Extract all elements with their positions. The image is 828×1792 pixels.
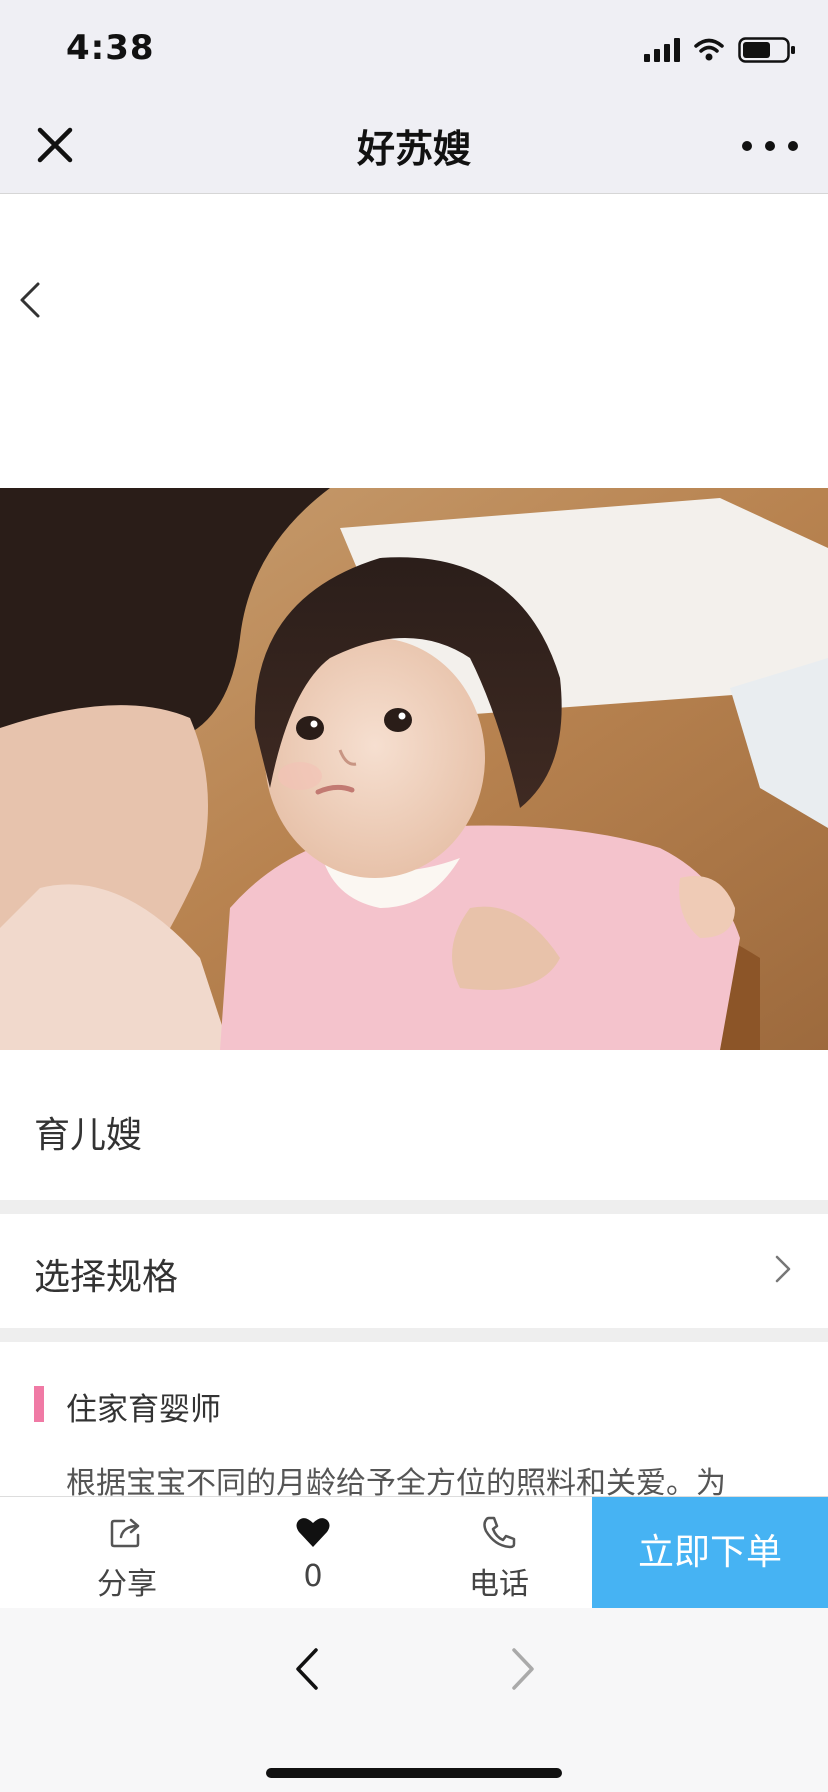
home-indicator <box>266 1768 562 1778</box>
phone-icon <box>483 1516 516 1549</box>
share-icon <box>110 1518 140 1548</box>
description-block: 住家育婴师 根据宝宝不同的月龄给予全方位的照料和关爱。为 <box>0 1342 828 1496</box>
section-title: 住家育婴师 <box>66 1392 221 1428</box>
more-icon[interactable] <box>742 126 798 166</box>
share-label: 分享 <box>97 1567 157 1602</box>
back-chevron-icon[interactable] <box>14 278 44 322</box>
nav-bar: 好苏嫂 <box>0 96 828 194</box>
product-title-block: 育儿嫂 <box>0 1050 828 1200</box>
spec-label: 选择规格 <box>34 1257 179 1298</box>
section-marker <box>34 1386 44 1422</box>
browser-back-icon[interactable] <box>290 1644 324 1694</box>
divider <box>0 1328 828 1342</box>
phone-label: 电话 <box>469 1567 529 1602</box>
signal-icon <box>644 38 680 62</box>
bottom-action-bar: 分享 0 电话 立即下单 <box>0 1496 828 1609</box>
description-text: 根据宝宝不同的月龄给予全方位的照料和关爱。为 <box>66 1466 726 1496</box>
battery-icon <box>738 37 795 63</box>
page-title: 好苏嫂 <box>356 127 471 171</box>
status-bar: 4:38 <box>0 0 828 96</box>
wifi-icon <box>694 38 724 61</box>
divider <box>0 1200 828 1214</box>
order-now-button[interactable]: 立即下单 <box>592 1497 828 1609</box>
browser-forward-icon[interactable] <box>506 1644 540 1694</box>
phone-button[interactable]: 电话 <box>424 1497 574 1609</box>
browser-toolbar <box>0 1608 828 1792</box>
share-button[interactable]: 分享 <box>52 1497 202 1609</box>
chevron-right-icon <box>775 1255 791 1283</box>
product-photo <box>0 488 828 1050</box>
like-count: 0 <box>303 1559 323 1594</box>
product-title: 育儿嫂 <box>34 1115 143 1156</box>
heart-icon <box>296 1518 330 1547</box>
select-spec-row[interactable]: 选择规格 <box>0 1214 828 1328</box>
status-time: 4:38 <box>66 28 155 68</box>
like-button[interactable]: 0 <box>238 1497 388 1609</box>
main-content: 育儿嫂 选择规格 住家育婴师 根据宝宝不同的月龄给予全方位的照料和关爱。为 <box>0 194 828 1496</box>
status-icons <box>644 36 796 64</box>
